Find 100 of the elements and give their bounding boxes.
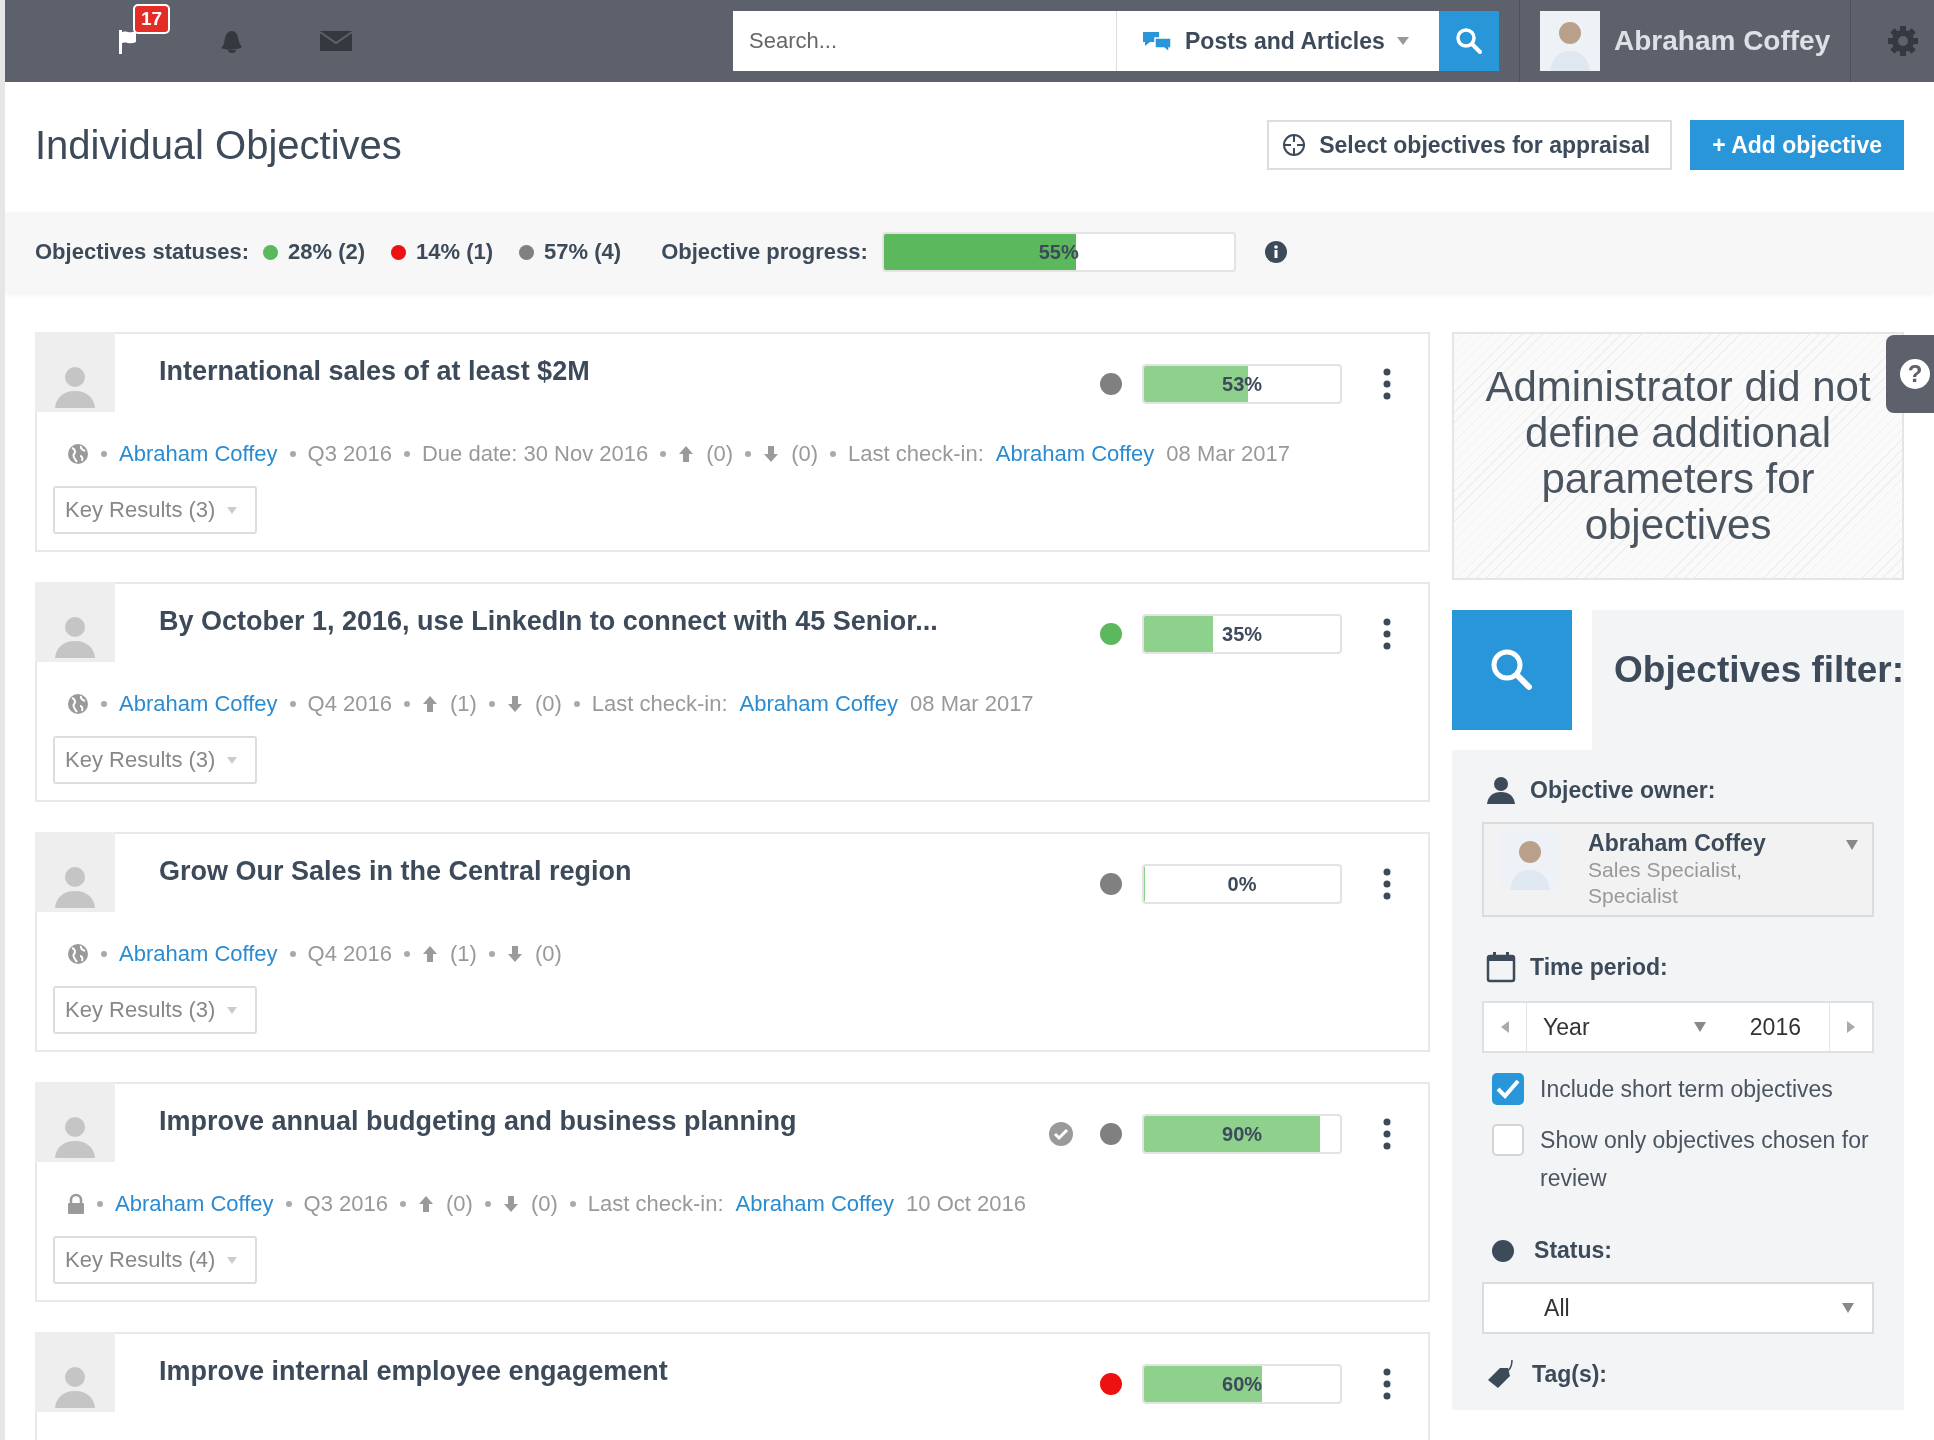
calendar-icon xyxy=(1486,951,1517,983)
key-results-dropdown[interactable]: Key Results (3) xyxy=(53,736,258,784)
owner-link[interactable]: Abraham Coffey xyxy=(119,691,278,717)
separator-dot xyxy=(484,1201,491,1207)
search-button[interactable] xyxy=(1439,11,1499,71)
progress-value: 90% xyxy=(1222,1122,1263,1146)
upvote-count: (0) xyxy=(446,1191,473,1217)
caret-icon xyxy=(227,1006,238,1014)
caret-icon xyxy=(1396,37,1409,45)
arrow-down-icon[interactable] xyxy=(763,445,780,463)
filter-title: Objectives filter: xyxy=(1614,649,1904,691)
status-share: 28% (2) xyxy=(288,239,366,265)
objective-title[interactable]: By October 1, 2016, use LinkedIn to connect with 45 Senior... xyxy=(159,606,1095,637)
key-results-dropdown[interactable]: Key Results (3) xyxy=(53,486,258,534)
more-options-icon[interactable] xyxy=(1382,868,1393,900)
key-results-dropdown[interactable]: Key Results (4) xyxy=(53,1236,258,1284)
key-results-dropdown[interactable]: Key Results (3) xyxy=(53,986,258,1034)
separator-dot xyxy=(404,451,410,457)
downvote-count: (0) xyxy=(530,1191,558,1217)
owner-name: Abraham Coffey xyxy=(1588,830,1767,857)
objective-title[interactable]: Improve annual budgeting and business planning xyxy=(159,1106,1049,1137)
downvote-count: (0) xyxy=(534,941,562,967)
meta-text: Q3 2016 xyxy=(303,1191,388,1217)
arrow-down-icon[interactable] xyxy=(506,695,523,713)
separator-dot xyxy=(101,701,107,707)
progress-value: 35% xyxy=(1222,622,1263,646)
progress-value: 60% xyxy=(1222,1372,1263,1396)
search-field[interactable]: Search... xyxy=(733,11,1117,71)
avatar-placeholder[interactable] xyxy=(1540,11,1600,71)
more-options-icon[interactable] xyxy=(1382,1118,1393,1150)
select-appraisal-button[interactable]: Select objectives for appraisal xyxy=(1267,120,1673,170)
owner-link[interactable]: Abraham Coffey xyxy=(119,441,278,467)
objective-title[interactable]: Improve internal employee engagement xyxy=(159,1356,1095,1387)
separator-dot xyxy=(830,451,837,457)
separator-dot xyxy=(404,951,410,957)
separator-dot xyxy=(97,1201,103,1207)
separator-dot xyxy=(745,451,752,457)
search-scope-dropdown[interactable]: Posts and Articles xyxy=(1117,11,1439,71)
meta-text: Q4 2016 xyxy=(307,691,392,717)
arrow-up-icon[interactable] xyxy=(418,1195,434,1213)
search-icon xyxy=(1452,610,1573,730)
status-share: 57% (4) xyxy=(544,239,622,265)
caret-icon xyxy=(1693,1022,1706,1032)
tags-label: Tag(s): xyxy=(1532,1360,1607,1388)
checkin-date: 10 Oct 2016 xyxy=(906,1191,1026,1217)
info-icon[interactable] xyxy=(1263,240,1288,264)
more-options-icon[interactable] xyxy=(1382,618,1393,650)
upvote-count: (1) xyxy=(450,941,477,967)
arrow-down-icon[interactable] xyxy=(502,1195,519,1213)
checkin-date: 08 Mar 2017 xyxy=(1166,441,1290,467)
progress-label: Objective progress: xyxy=(661,239,868,265)
owner-select[interactable]: Abraham Coffey Sales Specialist, Specialist xyxy=(1482,822,1874,917)
caret-icon xyxy=(1846,840,1858,850)
search-icon xyxy=(1454,26,1484,56)
separator-dot xyxy=(400,1201,406,1207)
checkin-label: Last check-in: xyxy=(587,1191,724,1217)
separator-dot xyxy=(289,701,296,707)
checkin-user-link[interactable]: Abraham Coffey xyxy=(995,441,1155,467)
checkin-label: Last check-in: xyxy=(848,441,984,467)
upvote-count: (0) xyxy=(706,441,734,467)
separator-dot xyxy=(569,1201,576,1207)
user-name[interactable]: Abraham Coffey xyxy=(1614,25,1831,57)
meta-text: Due date: 30 Nov 2016 xyxy=(422,441,649,467)
separator-dot xyxy=(289,951,296,957)
owner-link[interactable]: Abraham Coffey xyxy=(115,1191,274,1217)
notification-badge: 17 xyxy=(133,4,171,34)
right-arrow-icon xyxy=(1847,1021,1855,1033)
checkin-user-link[interactable]: Abraham Coffey xyxy=(739,691,899,717)
separator-dot xyxy=(404,701,410,707)
separator-dot xyxy=(101,951,107,957)
status-icon xyxy=(1492,1239,1515,1262)
period-label: Time period: xyxy=(1530,953,1668,981)
separator-dot xyxy=(660,451,667,457)
add-objective-button[interactable]: + Add objective xyxy=(1690,120,1904,170)
owner-link[interactable]: Abraham Coffey xyxy=(119,941,278,967)
more-options-icon[interactable] xyxy=(1382,1368,1393,1400)
left-arrow-icon xyxy=(1501,1021,1510,1033)
downvote-count: (0) xyxy=(534,691,562,717)
status-select[interactable]: All xyxy=(1482,1282,1874,1334)
arrow-up-icon[interactable] xyxy=(678,445,695,463)
envelope-icon[interactable] xyxy=(319,29,353,53)
checkin-label: Last check-in: xyxy=(591,691,728,717)
settings-icon[interactable] xyxy=(1886,24,1920,58)
objective-title[interactable]: International sales of at least $2M xyxy=(159,356,1095,387)
arrow-up-icon[interactable] xyxy=(422,945,438,963)
avatar-placeholder xyxy=(1500,830,1561,890)
checkin-user-link[interactable]: Abraham Coffey xyxy=(735,1191,895,1217)
progress-value: 0% xyxy=(1227,872,1257,896)
objective-title[interactable]: Grow Our Sales in the Central region xyxy=(159,856,1095,887)
caret-icon xyxy=(227,756,238,764)
checkbox[interactable] xyxy=(1492,1073,1525,1105)
more-options-icon[interactable] xyxy=(1382,368,1393,400)
notice-text: Administrator did not define additional parameters for objectives xyxy=(1484,364,1872,548)
separator-dot xyxy=(285,1201,292,1207)
arrow-down-icon[interactable] xyxy=(506,945,523,963)
checkbox-label: Show only objectives chosen for review xyxy=(1540,1126,1870,1193)
arrow-up-icon[interactable] xyxy=(422,695,438,713)
downvote-count: (0) xyxy=(791,441,819,467)
help-tab[interactable]: ? xyxy=(1886,335,1934,413)
checkin-date: 08 Mar 2017 xyxy=(910,691,1034,717)
